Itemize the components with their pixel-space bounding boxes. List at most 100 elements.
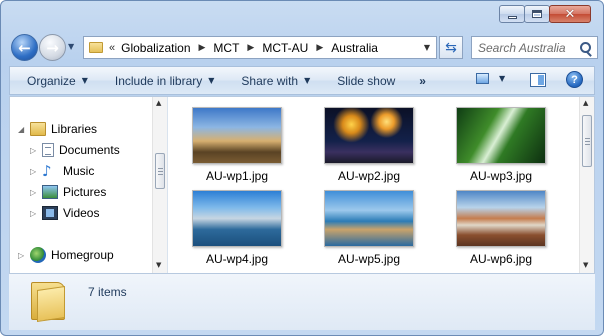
include-in-library-menu[interactable]: Include in library ▼ <box>98 67 225 94</box>
scroll-down-icon[interactable]: ▼ <box>156 261 161 269</box>
tree-item-documents[interactable]: ▷ Documents <box>30 140 120 160</box>
file-name: AU-wp3.jpg <box>469 169 533 183</box>
breadcrumb-separator-icon[interactable]: ▶ <box>199 43 206 53</box>
share-with-label: Share with <box>241 73 299 88</box>
slide-show-label: Slide show <box>337 73 396 88</box>
close-button[interactable]: ✕ <box>549 5 591 23</box>
file-name: AU-wp6.jpg <box>469 252 533 266</box>
documents-icon <box>42 143 54 157</box>
search-icon[interactable] <box>580 42 591 53</box>
scrollbar-thumb[interactable] <box>155 153 165 189</box>
tree-item-label: Documents <box>59 143 120 157</box>
file-thumbnail[interactable] <box>192 107 282 164</box>
file-list: AU-wp1.jpg AU-wp2.jpg AU-wp3.jpg AU-wp4.… <box>169 97 594 273</box>
close-icon: ✕ <box>564 6 576 22</box>
caption-buttons: ✕ <box>499 5 591 23</box>
tree-item-label: Pictures <box>63 185 107 199</box>
file-name: AU-wp2.jpg <box>337 169 401 183</box>
tree-item-label: Music <box>63 164 95 178</box>
tree-item-label: Libraries <box>51 122 98 136</box>
expand-arrow-icon[interactable]: ▷ <box>30 146 40 155</box>
expand-arrow-icon[interactable]: ▷ <box>30 167 40 176</box>
recent-pages-dropdown-icon[interactable]: ▼ <box>68 42 74 51</box>
address-dropdown-icon[interactable]: ▼ <box>424 43 430 52</box>
content-area: ◢ Libraries ▷ Documents ▷ ♪ Music ▷ Pict… <box>9 96 595 274</box>
view-icon <box>476 73 489 84</box>
videos-icon <box>42 206 58 220</box>
folder-icon <box>89 42 103 53</box>
expand-arrow-icon[interactable]: ▷ <box>30 209 40 218</box>
share-with-menu[interactable]: Share with ▼ <box>224 67 320 94</box>
tree-item-videos[interactable]: ▷ Videos <box>30 203 99 223</box>
back-button[interactable]: ← <box>11 34 38 61</box>
scroll-up-icon[interactable]: ▲ <box>583 99 588 107</box>
maximize-icon <box>532 10 542 18</box>
forward-arrow-icon: → <box>46 38 59 57</box>
file-thumbnail[interactable] <box>456 190 546 247</box>
change-view-button[interactable]: ▼ <box>476 73 505 84</box>
search-box[interactable] <box>471 36 598 59</box>
chevron-down-icon: ▼ <box>81 76 88 85</box>
breadcrumb-overflow[interactable]: « <box>109 42 115 54</box>
minimize-icon <box>507 16 517 19</box>
include-in-library-label: Include in library <box>114 73 203 88</box>
more-commands-button[interactable]: » <box>405 74 426 88</box>
help-icon[interactable]: ? <box>566 71 583 88</box>
organize-label: Organize <box>27 73 76 88</box>
preview-pane-icon[interactable] <box>530 73 546 87</box>
folder-icon <box>31 282 65 322</box>
search-input[interactable] <box>478 40 578 55</box>
navigation-pane-scrollbar[interactable]: ▲ ▼ <box>152 97 167 273</box>
navigation-bar: ← → ▼ « Globalization ▶ MCT ▶ MCT-AU ▶ A… <box>9 33 599 63</box>
pictures-icon <box>42 185 58 199</box>
breadcrumb-separator-icon[interactable]: ▶ <box>247 43 254 53</box>
expand-arrow-icon[interactable]: ▷ <box>30 188 40 197</box>
file-thumbnail[interactable] <box>192 190 282 247</box>
minimize-button[interactable] <box>499 5 525 23</box>
refresh-icon: ⇆ <box>445 39 457 56</box>
file-thumbnail[interactable] <box>456 107 546 164</box>
file-item[interactable]: AU-wp5.jpg <box>313 190 425 266</box>
libraries-icon <box>30 122 46 136</box>
file-item[interactable]: AU-wp2.jpg <box>313 107 425 183</box>
file-item[interactable]: AU-wp1.jpg <box>181 107 293 183</box>
breadcrumb-mct[interactable]: MCT <box>213 41 239 55</box>
scroll-down-icon[interactable]: ▼ <box>583 261 588 269</box>
maximize-button[interactable] <box>524 5 550 23</box>
chevron-down-icon: ▼ <box>499 74 506 83</box>
breadcrumb-mct-au[interactable]: MCT-AU <box>262 41 308 55</box>
tree-item-pictures[interactable]: ▷ Pictures <box>30 182 106 202</box>
file-list-scrollbar[interactable]: ▲ ▼ <box>579 97 594 273</box>
tree-item-label: Videos <box>63 206 100 220</box>
file-name: AU-wp1.jpg <box>205 169 269 183</box>
chevron-down-icon: ▼ <box>208 76 215 85</box>
homegroup-icon <box>30 247 46 263</box>
file-item[interactable]: AU-wp4.jpg <box>181 190 293 266</box>
file-item[interactable]: AU-wp3.jpg <box>445 107 557 183</box>
refresh-button[interactable]: ⇆ <box>439 36 463 59</box>
scrollbar-thumb[interactable] <box>582 115 592 167</box>
breadcrumb-globalization[interactable]: Globalization <box>121 41 190 55</box>
tree-item-homegroup[interactable]: ▷ Homegroup <box>18 245 114 265</box>
breadcrumb-australia[interactable]: Australia <box>331 41 378 55</box>
collapse-arrow-icon[interactable]: ◢ <box>18 125 28 134</box>
navigation-pane: ◢ Libraries ▷ Documents ▷ ♪ Music ▷ Pict… <box>10 97 168 273</box>
scroll-up-icon[interactable]: ▲ <box>156 99 161 107</box>
music-icon: ♪ <box>42 162 52 180</box>
expand-arrow-icon[interactable]: ▷ <box>18 251 28 260</box>
organize-menu[interactable]: Organize ▼ <box>10 67 98 94</box>
address-bar[interactable]: « Globalization ▶ MCT ▶ MCT-AU ▶ Austral… <box>83 36 437 59</box>
breadcrumb-separator-icon[interactable]: ▶ <box>316 43 323 53</box>
file-thumbnail[interactable] <box>324 107 414 164</box>
command-bar: Organize ▼ Include in library ▼ Share wi… <box>9 66 595 95</box>
forward-button[interactable]: → <box>39 34 66 61</box>
item-count: 7 items <box>88 285 127 299</box>
slide-show-button[interactable]: Slide show <box>320 67 405 94</box>
tree-item-music[interactable]: ▷ ♪ Music <box>30 161 94 181</box>
file-thumbnail[interactable] <box>324 190 414 247</box>
file-name: AU-wp5.jpg <box>337 252 401 266</box>
file-name: AU-wp4.jpg <box>205 252 269 266</box>
explorer-window: ✕ ← → ▼ « Globalization ▶ MCT ▶ MCT-AU ▶… <box>0 0 604 336</box>
tree-item-libraries[interactable]: ◢ Libraries <box>18 119 97 139</box>
file-item[interactable]: AU-wp6.jpg <box>445 190 557 266</box>
